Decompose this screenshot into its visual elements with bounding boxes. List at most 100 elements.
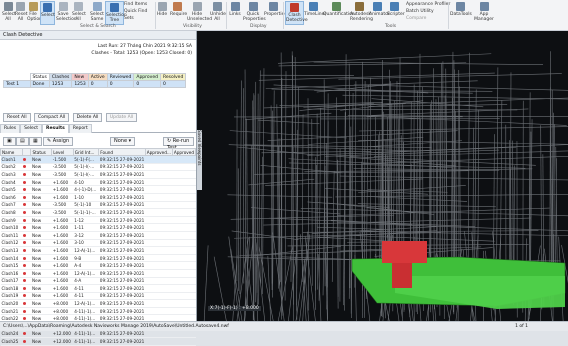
reset-icon xyxy=(16,2,25,11)
tab-rules[interactable]: Rules xyxy=(0,124,20,133)
appearance-profiler-link[interactable]: Appearance Profiler xyxy=(406,2,450,7)
quick-find-link[interactable]: Quick Find xyxy=(124,9,147,14)
table-row[interactable]: Clash20New+8.00012-A(-1)...09:32:15 27-0… xyxy=(1,300,196,308)
select-same-button[interactable]: Select Same xyxy=(90,1,104,23)
test-row[interactable]: Test 1 Done 1253 1253 0 0 0 0 xyxy=(4,81,186,88)
new-status-icon xyxy=(23,302,26,305)
sets-link[interactable]: Sets xyxy=(124,16,134,21)
links-button[interactable]: Links xyxy=(229,1,241,23)
table-row[interactable]: Clash12New+1.6003-1009:32:15 27-09-2021 xyxy=(1,239,196,247)
delete-all-button[interactable]: Delete All xyxy=(73,113,103,122)
filter-none-dropdown[interactable]: None ▾ xyxy=(110,137,135,146)
hide-unselected-button[interactable]: Hide Unselected xyxy=(187,1,207,23)
selection-tree-button[interactable]: Selection Tree xyxy=(105,1,124,25)
col-found-header[interactable]: Found xyxy=(99,149,145,156)
table-row[interactable]: Clash7New-3.5005(-1)-1009:32:15 27-09-20… xyxy=(1,201,196,209)
saved-viewpoints-side-tab[interactable]: Saved Viewpoints xyxy=(197,130,202,190)
group-icon-button[interactable]: ▤ xyxy=(16,137,29,146)
new-status-icon xyxy=(23,264,26,267)
tab-results[interactable]: Results xyxy=(42,124,69,133)
table-row[interactable]: Clash9New+1.6001-1209:32:15 27-09-2021 xyxy=(1,216,196,224)
batch-utility-link[interactable]: Batch Utility xyxy=(406,9,434,14)
table-row[interactable]: Clash15New+1.600A-409:32:15 27-09-2021 xyxy=(1,262,196,270)
3d-viewport[interactable] xyxy=(197,31,568,321)
reset-all-button[interactable]: Reset All xyxy=(15,1,26,23)
assign-button[interactable]: ✎ Assign xyxy=(43,137,73,146)
clash-grid-cell: 3-12 xyxy=(73,231,99,239)
table-row[interactable]: Clash11New+1.6003-1209:32:15 27-09-2021 xyxy=(1,231,196,239)
table-row[interactable]: Clash5New+1.6004-(-1)-D(...09:32:15 27-0… xyxy=(1,186,196,194)
table-row[interactable]: Clash13New+1.60012-A(-1)...09:32:15 27-0… xyxy=(1,247,196,255)
table-row[interactable]: Clash17New+1.6004-A09:32:15 27-09-2021 xyxy=(1,277,196,285)
table-row[interactable]: Clash3New-3.5005(-1)-I(-...09:32:15 27-0… xyxy=(1,171,196,179)
autodesk-rendering-button[interactable]: Autodesk Rendering xyxy=(350,1,368,23)
quick-properties-button[interactable]: Quick Properties xyxy=(243,1,263,23)
table-row[interactable]: Clash6New+1.6001-1009:32:15 27-09-2021 xyxy=(1,193,196,201)
update-all-button[interactable]: Update All xyxy=(106,113,137,122)
datatools-button[interactable]: DataTools xyxy=(450,1,470,23)
new-group-button[interactable]: ▣ xyxy=(3,137,16,146)
table-row[interactable]: Clash16New+1.60012-A(-1)...09:32:15 27-0… xyxy=(1,269,196,277)
clash-status-cell: New xyxy=(31,254,52,262)
clash-status-cell: New xyxy=(31,277,52,285)
table-row[interactable]: Clash1New-1.5005(-1)-F(...09:32:15 27-09… xyxy=(1,156,196,164)
test-reviewed: 0 xyxy=(107,81,134,88)
select-all-2-button[interactable]: Select All xyxy=(72,1,84,23)
app-manager-button[interactable]: App Manager xyxy=(472,1,496,23)
file-options-button[interactable]: File Options xyxy=(27,1,39,23)
table-row[interactable]: Clash8New-3.5005(-1)-1(-...09:32:15 27-0… xyxy=(1,209,196,217)
scripter-button[interactable]: Scripter xyxy=(387,1,402,23)
test-status: Done xyxy=(30,81,49,88)
select-all-button[interactable]: Select All xyxy=(2,1,14,23)
properties-icon xyxy=(269,2,278,11)
save-selection-button[interactable]: Save Selection xyxy=(56,1,70,23)
clash-found-cell: 09:32:15 27-09-2021 xyxy=(99,178,145,186)
table-row[interactable]: Clash14New+1.6009-B09:32:15 27-09-2021 xyxy=(1,254,196,262)
col-level-header[interactable]: Level xyxy=(52,149,74,156)
animator-button[interactable]: Animator xyxy=(369,1,386,23)
clash-grid-cell: 4-10 xyxy=(73,178,99,186)
clash-approved-by-cell xyxy=(145,209,172,217)
tab-select[interactable]: Select xyxy=(20,124,42,133)
new-status-icon xyxy=(23,257,26,260)
compare-link[interactable]: Compare xyxy=(406,16,426,21)
table-row[interactable]: Clash4New+1.6004-1009:32:15 27-09-2021 xyxy=(1,178,196,186)
clash-status-cell: New xyxy=(31,156,52,164)
table-row[interactable]: Clash2New-3.5005(-1)-I(-...09:32:15 27-0… xyxy=(1,163,196,171)
find-items-link[interactable]: Find Items xyxy=(124,2,147,7)
test-clashes: 1253 xyxy=(49,81,71,88)
col-approved-by-header[interactable]: Approved... xyxy=(145,149,172,156)
sort-icon-button[interactable]: ▦ xyxy=(29,137,42,146)
select-button[interactable]: Select xyxy=(40,1,55,25)
clash-detective-button[interactable]: Clash Detective xyxy=(285,1,304,25)
new-status-icon xyxy=(23,173,26,176)
table-row[interactable]: Clash19New+1.6004-1109:32:15 27-09-2021 xyxy=(1,292,196,300)
timeliner-button[interactable]: TimeLiner xyxy=(304,1,322,23)
properties-button[interactable]: Properties xyxy=(264,1,282,23)
reset-all-tests-button[interactable]: Reset All xyxy=(3,113,31,122)
table-row[interactable]: Clash25New+12.0004-11(-1)...09:32:15 27-… xyxy=(1,338,196,346)
col-name-header[interactable]: Name xyxy=(1,149,23,156)
col-grid-header[interactable]: Grid Int... xyxy=(73,149,99,156)
unhide-all-button[interactable]: Unhide All xyxy=(210,1,224,23)
clash-level-cell: +12.000 xyxy=(52,338,74,346)
clash-element-red[interactable] xyxy=(382,241,427,263)
rerun-test-button[interactable]: ↻ Re-run Test xyxy=(163,137,194,146)
require-button[interactable]: Require xyxy=(170,1,184,23)
clashes-col-header: Clashes xyxy=(49,74,71,81)
table-row[interactable]: Clash10New+1.6001-1109:32:15 27-09-2021 xyxy=(1,224,196,232)
table-row[interactable]: Clash18New+1.6004-1109:32:15 27-09-2021 xyxy=(1,285,196,293)
clash-approved-cell xyxy=(172,224,195,232)
compact-all-button[interactable]: Compact All xyxy=(34,113,69,122)
col-status-header[interactable]: Status xyxy=(31,149,52,156)
ribbon: Select All Reset All File Options Select… xyxy=(0,0,568,31)
table-row[interactable]: Clash21New+8.0004-11(-1)...09:32:15 27-0… xyxy=(1,307,196,315)
col-icon-header xyxy=(22,149,31,156)
clash-element-red-lower[interactable] xyxy=(392,263,412,288)
tab-report[interactable]: Report xyxy=(69,124,92,133)
table-row[interactable]: Clash24New+12.0004-11(-1)...09:32:15 27-… xyxy=(1,330,196,338)
hide-button[interactable]: Hide xyxy=(156,1,168,23)
quantification-button[interactable]: Quantification xyxy=(323,1,349,23)
clash-name-cell: Clash19 xyxy=(1,292,23,300)
col-approved-header[interactable]: Approved xyxy=(172,149,195,156)
